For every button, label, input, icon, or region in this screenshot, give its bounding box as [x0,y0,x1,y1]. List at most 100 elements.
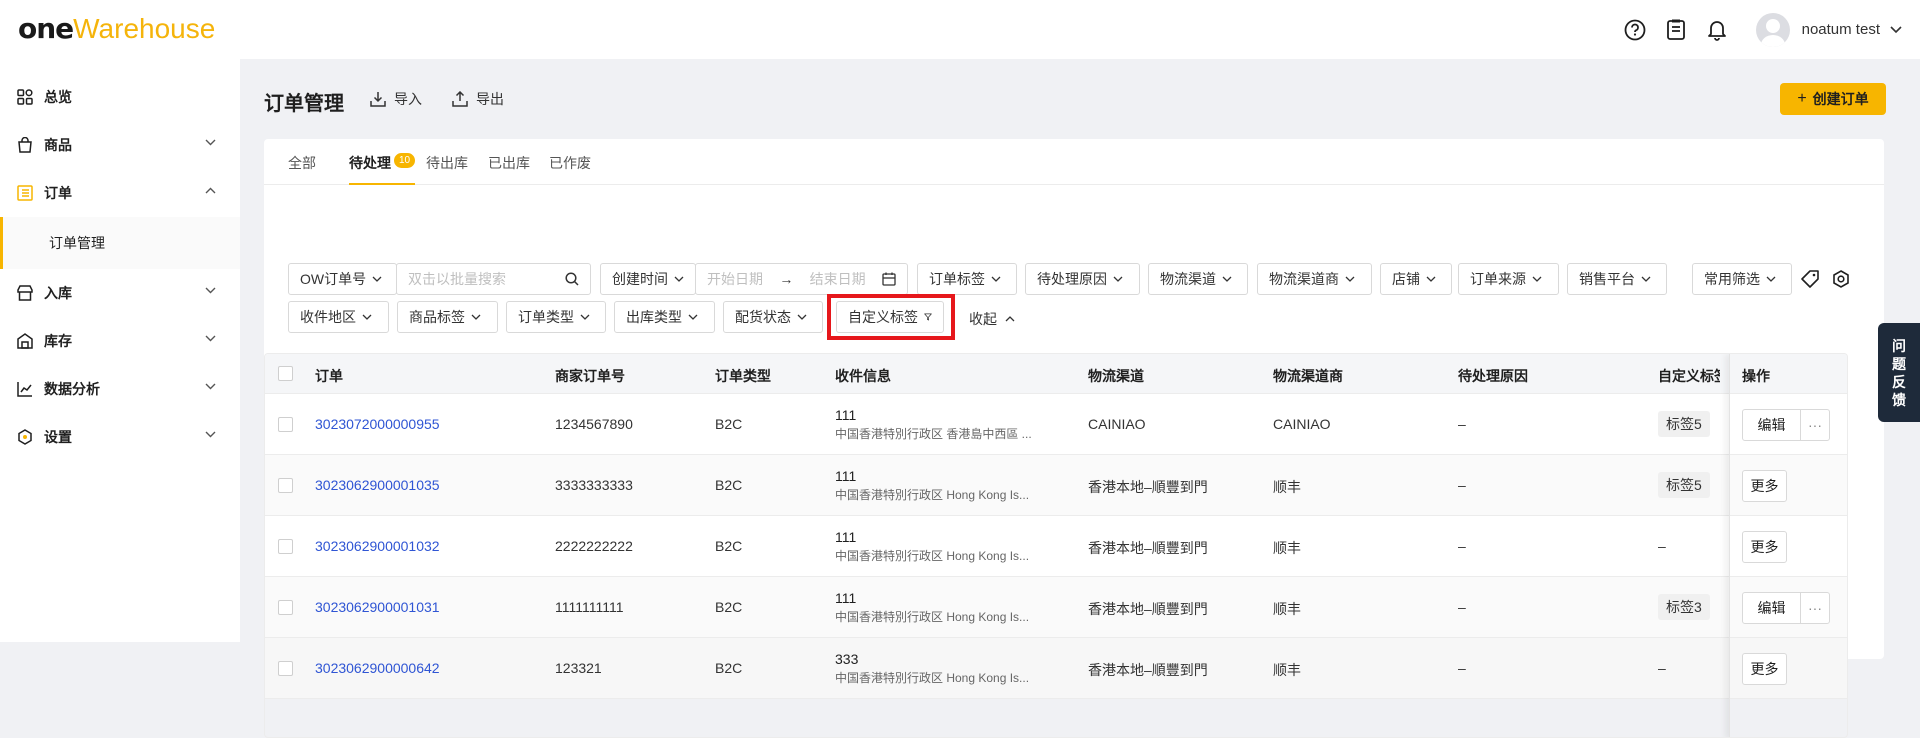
sidebar-item-orders[interactable]: 订单 [0,169,240,217]
bell-icon[interactable] [1705,18,1729,42]
logistics-provider: 顺丰 [1273,540,1301,556]
logistics-provider-select[interactable]: 物流渠道商 [1257,263,1372,295]
product-tag-select[interactable]: 商品标签 [397,301,498,333]
row-checkbox[interactable] [278,661,293,676]
feedback-tab[interactable]: 问 题 反 馈 [1878,323,1920,422]
order-link[interactable]: 3023062900001031 [315,599,440,615]
import-button[interactable]: 导入 [370,89,422,109]
merchant-order-no: 3333333333 [555,477,633,493]
edit-button[interactable]: 编辑 [1742,592,1801,624]
store-select[interactable]: 店铺 [1380,263,1452,295]
end-date-placeholder: 结束日期 [809,271,866,287]
chevron-down-icon [205,383,216,390]
table-row[interactable]: 3023062900000642 123321 B2C 333 中国香港特別行政区… [265,638,1847,699]
search-input[interactable]: 双击以批量搜索 [396,263,591,295]
more-dots-button[interactable]: ··· [1800,409,1830,441]
logistics-channel-select[interactable]: 物流渠道 [1148,263,1248,295]
sidebar-item-products[interactable]: 商品 [0,121,240,169]
recipient-region-select[interactable]: 收件地区 [288,301,389,333]
collapse-button[interactable]: 收起 [969,309,1015,329]
create-order-button[interactable]: + 创建订单 [1780,83,1886,115]
recipient-info: 111 中国香港特別行政区 Hong Kong Is... [835,468,1029,503]
recipient-info: 333 中国香港特別行政区 Hong Kong Is... [835,651,1029,686]
sidebar-item-analytics[interactable]: 数据分析 [0,365,240,413]
order-type: B2C [715,538,743,554]
order-type-select[interactable]: 订单类型 [506,301,606,333]
logo[interactable]: oneWarehouse [18,12,215,45]
select-all-checkbox[interactable] [278,366,293,381]
recipient-address: 中国香港特別行政区 香港島中西區 ... [835,427,1032,441]
allocation-status-select[interactable]: 配货状态 [723,301,823,333]
logistics-channel: 香港本地–順豐到門 [1088,662,1208,678]
order-type: B2C [715,477,743,493]
tag-icon[interactable] [1801,270,1819,288]
user-name[interactable]: noatum test [1802,21,1880,38]
avatar[interactable] [1755,12,1790,47]
order-table: 订单 商家订单号 订单类型 收件信息 物流渠道 物流渠道商 待处理原因 自定义标… [264,353,1848,738]
sidebar-item-overview[interactable]: 总览 [0,73,240,121]
top-header: oneWarehouse noatum test [0,0,1920,59]
logistics-channel-label: 物流渠道 [1160,271,1216,287]
tab-voided[interactable]: 已作废 [549,153,591,173]
sidebar-item-inbound[interactable]: 入库 [0,269,240,317]
more-button[interactable]: 更多 [1742,653,1787,685]
row-checkbox[interactable] [278,478,293,493]
custom-tag-badge: 标签5 [1658,411,1710,437]
edit-button[interactable]: 编辑 [1742,409,1801,441]
order-tag-select[interactable]: 订单标签 [917,263,1017,295]
chevron-down-icon[interactable] [1890,25,1902,34]
search-icon[interactable] [565,272,579,286]
chevron-down-icon [1641,276,1651,282]
tab-pending[interactable]: 待处理 10 [349,153,416,185]
create-time-select[interactable]: 创建时间 [600,263,696,295]
logo-warehouse: Warehouse [73,13,216,44]
sidebar-item-inventory[interactable]: 库存 [0,317,240,365]
sales-platform-select[interactable]: 销售平台 [1567,263,1667,295]
logistics-provider: 顺丰 [1273,601,1301,617]
row-checkbox[interactable] [278,539,293,554]
sidebar-item-label: 库存 [44,333,72,349]
arrow-right-icon: → [779,271,794,287]
product-tag-label: 商品标签 [409,309,465,325]
order-source-select[interactable]: 订单来源 [1458,263,1559,295]
import-label: 导入 [394,91,422,107]
order-link[interactable]: 3023062900000642 [315,660,440,676]
recipient-name: 111 [835,407,857,423]
sidebar-item-settings[interactable]: 设置 [0,413,240,461]
order-link[interactable]: 3023062900001032 [315,538,440,554]
row-checkbox[interactable] [278,417,293,432]
ow-order-select[interactable]: OW订单号 [288,263,397,295]
help-icon[interactable] [1623,18,1647,42]
header-recipient: 收件信息 [835,368,891,384]
sidebar-item-label: 设置 [44,429,72,445]
row-checkbox[interactable] [278,600,293,615]
order-link[interactable]: 3023062900001035 [315,477,440,493]
common-filter-select[interactable]: 常用筛选 [1692,263,1792,295]
more-dots-button[interactable]: ··· [1800,592,1830,624]
more-button[interactable]: 更多 [1742,531,1787,563]
pending-reason-select[interactable]: 待处理原因 [1025,263,1140,295]
more-button[interactable]: 更多 [1742,470,1787,502]
custom-tag-badge: 标签3 [1658,594,1710,620]
table-row[interactable]: 3023062900001035 3333333333 B2C 111 中国香港特… [265,455,1847,516]
sidebar-subitem-order-management[interactable]: 订单管理 [0,217,240,269]
sidebar-item-label: 总览 [44,89,72,105]
table-row[interactable]: 3023072000000955 1234567890 B2C 111 中国香港特… [265,394,1847,455]
order-source-label: 订单来源 [1470,271,1526,287]
settings-icon[interactable] [1832,270,1850,288]
tab-awaiting-outbound[interactable]: 待出库 [426,153,468,173]
order-link[interactable]: 3023072000000955 [315,416,440,432]
outbound-type-select[interactable]: 出库类型 [614,301,715,333]
export-button[interactable]: 导出 [452,89,504,109]
clipboard-icon[interactable] [1664,18,1688,42]
date-range-picker[interactable]: 开始日期 → 结束日期 [695,263,908,295]
pending-reason: – [1458,660,1466,676]
header-logistics-provider: 物流渠道商 [1273,368,1343,384]
table-row[interactable]: 3023062900001032 2222222222 B2C 111 中国香港特… [265,516,1847,577]
tab-all[interactable]: 全部 [288,153,316,173]
sidebar: 总览 商品 订单 订单管理 入库 库存 数据分析 设置 [0,59,240,642]
recipient-address: 中国香港特別行政区 Hong Kong Is... [835,671,1030,685]
tab-shipped[interactable]: 已出库 [488,153,530,173]
table-row[interactable]: 3023062900001031 1111111111 B2C 111 中国香港特… [265,577,1847,638]
collapse-label: 收起 [969,311,997,327]
